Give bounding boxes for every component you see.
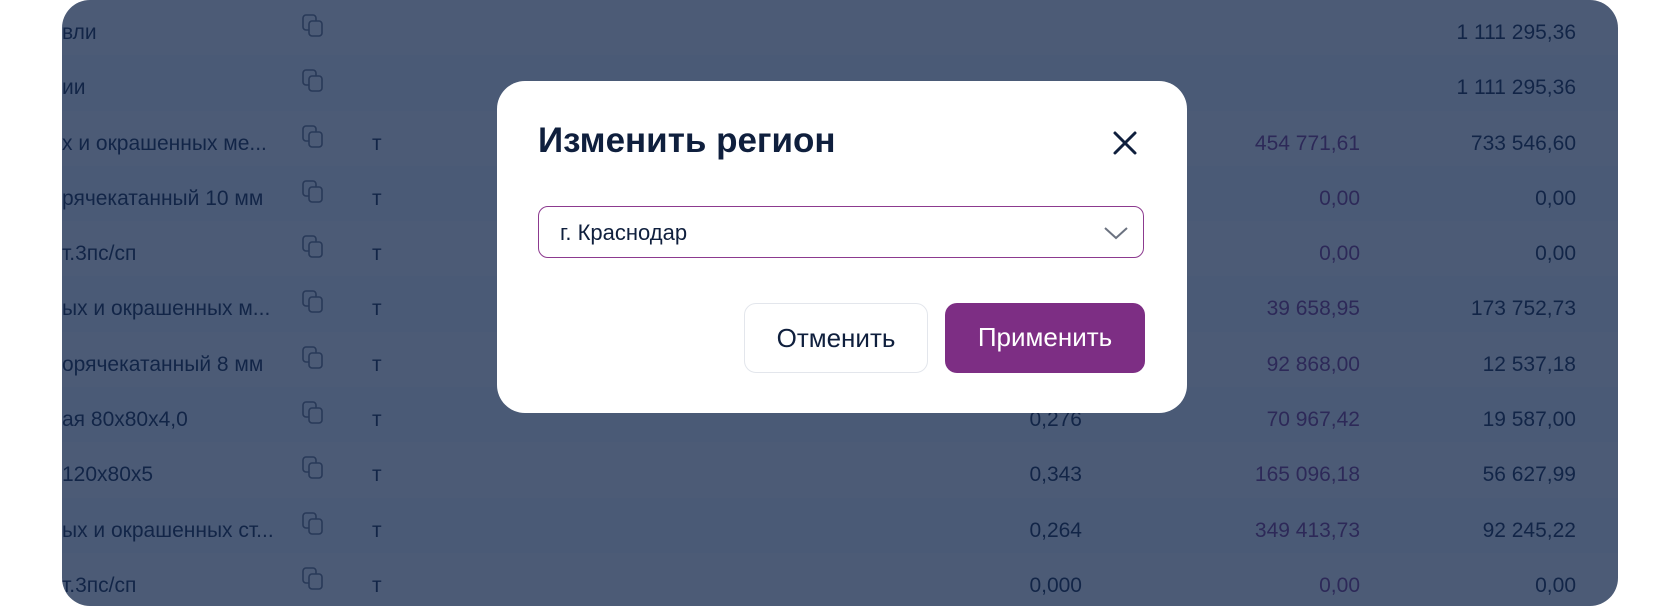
modal-title: Изменить регион [538, 121, 836, 160]
chevron-down-icon [1104, 227, 1128, 240]
apply-button[interactable]: Применить [945, 303, 1145, 373]
cancel-button[interactable]: Отменить [744, 303, 928, 373]
close-icon [1113, 131, 1137, 155]
change-region-modal: Изменить регион г. Краснодар Отменить Пр… [497, 81, 1187, 413]
region-select-value: г. Краснодар [560, 220, 688, 245]
close-button[interactable] [1107, 125, 1143, 161]
region-select[interactable]: г. Краснодар [538, 206, 1144, 258]
